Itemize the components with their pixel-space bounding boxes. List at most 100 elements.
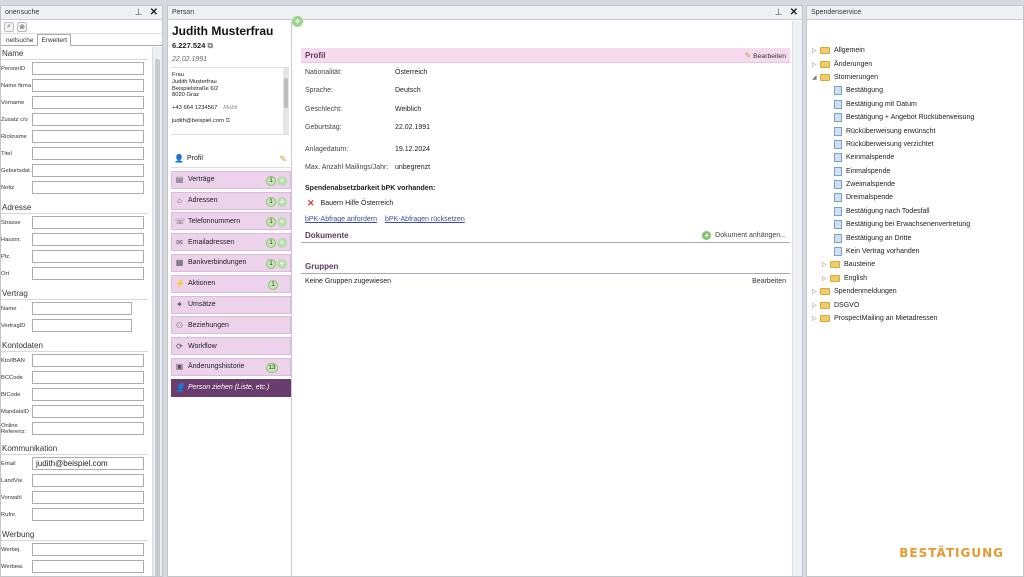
search-input[interactable]	[32, 147, 144, 160]
tree-folder[interactable]: ◢ Stornierungen	[812, 71, 1023, 84]
profile-edit-button[interactable]: ✎ Bearbeiten	[744, 51, 786, 60]
search-input[interactable]	[32, 319, 132, 332]
bpk-reset-link[interactable]: bPK-Abfragen rücksetzen	[385, 216, 465, 223]
close-icon[interactable]: ✕	[150, 7, 158, 18]
tree-template[interactable]: Einmalspende	[812, 165, 1023, 178]
expand-icon[interactable]: ▷	[812, 47, 820, 54]
search-input[interactable]	[32, 560, 144, 573]
copy-icon[interactable]: ⧉	[207, 41, 212, 50]
search-input[interactable]	[32, 216, 144, 229]
tree-template[interactable]: Rücküberweisung erwünscht	[812, 124, 1023, 137]
search-input[interactable]	[32, 113, 144, 126]
expand-icon[interactable]: ▷	[822, 261, 830, 268]
add-icon[interactable]: +	[277, 217, 287, 228]
tree-template[interactable]: Bestätigung an Dritte	[812, 231, 1023, 244]
person-scrollbar[interactable]	[792, 21, 802, 576]
search-icon[interactable]: ⌕	[4, 21, 14, 32]
add-icon[interactable]: +	[277, 196, 287, 207]
tree-folder[interactable]: ▷ Bausteine	[812, 258, 1023, 271]
nav-item-action[interactable]: ⚡ Aktionen 1	[171, 274, 291, 293]
nav-item-relations[interactable]: ⚇ Beziehungen	[171, 316, 291, 335]
tree-folder[interactable]: ▷ English	[812, 272, 1023, 285]
nav-item-contract[interactable]: ▤ Verträge 1 +	[171, 170, 291, 189]
search-input[interactable]	[32, 388, 144, 401]
profile-value: Deutsch	[395, 87, 421, 95]
search-input[interactable]	[32, 62, 144, 75]
contact-scrollbar[interactable]	[283, 68, 289, 134]
search-input[interactable]: judith@beispiel.com	[32, 457, 144, 470]
pin-icon[interactable]: ⊥	[775, 7, 783, 18]
email-line[interactable]: judith@beispiel.com ⧉	[172, 112, 289, 125]
tab-advanced[interactable]: Erweitert	[37, 34, 72, 46]
search-input[interactable]	[32, 474, 144, 487]
search-input[interactable]	[32, 267, 144, 280]
group-title: Vertrag	[1, 287, 148, 300]
expand-icon[interactable]: ▷	[812, 288, 820, 295]
expand-icon[interactable]: ▷	[812, 61, 820, 68]
search-field-row: BICode	[1, 386, 150, 403]
tree-template[interactable]: Bestätigung mit Datum	[812, 98, 1023, 111]
search-input[interactable]	[32, 543, 144, 556]
tree-label: Allgemein	[834, 47, 865, 55]
tree-template[interactable]: Bestätigung nach Todesfall	[812, 205, 1023, 218]
tree-template[interactable]: Bestätigung	[812, 84, 1023, 97]
search-input[interactable]	[32, 422, 144, 435]
tree-template[interactable]: Dreimalspende	[812, 191, 1023, 204]
field-label: Titel	[1, 150, 12, 157]
nav-item-bank[interactable]: ▦ Bankverbindungen 1 +	[171, 253, 291, 272]
search-input[interactable]	[32, 233, 144, 246]
search-input[interactable]	[32, 164, 144, 177]
close-icon[interactable]: ✕	[790, 7, 798, 18]
search-input[interactable]	[32, 96, 144, 109]
attach-document-button[interactable]: + Dokument anhängen...	[702, 230, 786, 240]
profile-label: Max. Anzahl Mailings/Jahr:	[305, 164, 389, 172]
tree-template[interactable]: Keinmalspende	[812, 151, 1023, 164]
nav-item-money[interactable]: ✦ Umsätze	[171, 295, 291, 314]
search-input[interactable]	[32, 508, 144, 521]
tree-folder[interactable]: ▷ ProspectMailing an Mietadressen	[812, 312, 1023, 325]
nav-item-user[interactable]: 👤 Profil ✎	[171, 150, 291, 168]
tab-quick-search[interactable]: nellsuche	[2, 34, 37, 45]
search-input[interactable]	[32, 302, 132, 315]
collapse-icon[interactable]: ◢	[812, 74, 820, 81]
search-input[interactable]	[32, 354, 144, 367]
tree-template[interactable]: Zweimalspende	[812, 178, 1023, 191]
tree-template[interactable]: Kein Vertrag vorhanden	[812, 245, 1023, 258]
search-input[interactable]	[32, 79, 144, 92]
search-input[interactable]	[32, 491, 144, 504]
search-input[interactable]	[32, 181, 144, 194]
search-input[interactable]	[32, 130, 144, 143]
search-input[interactable]	[32, 405, 144, 418]
search-scrollbar[interactable]	[152, 47, 162, 576]
search-input[interactable]	[32, 250, 144, 263]
nav-item-mail[interactable]: ✉ Emailadressen 1 +	[171, 233, 291, 252]
search-field-row: Name firma	[1, 77, 150, 94]
profile-label: Sprache:	[305, 87, 334, 95]
tree-template[interactable]: Rücküberweisung verzichtet	[812, 138, 1023, 151]
expand-icon[interactable]: ▷	[822, 275, 830, 282]
nav-item-house[interactable]: ⌂ Adressen 1 +	[171, 191, 291, 210]
bpk-request-link[interactable]: bPK-Abfrage anfordern	[305, 216, 377, 223]
add-icon[interactable]: +	[277, 175, 287, 186]
expand-icon[interactable]: ▷	[812, 302, 820, 309]
tree-template[interactable]: Bestätigung + Angebot Rücküberweisung	[812, 111, 1023, 124]
tree-folder[interactable]: ▷ DSGVO	[812, 298, 1023, 311]
tree-template[interactable]: Bestätigung bei Erwachsenenvertretung	[812, 218, 1023, 231]
pin-icon[interactable]: ⊥	[135, 7, 143, 18]
clear-icon[interactable]: ⊗	[17, 21, 27, 32]
pencil-icon[interactable]: ✎	[279, 154, 287, 165]
field-label: Name firma	[1, 82, 31, 89]
expand-icon[interactable]: ▷	[812, 315, 820, 322]
search-input[interactable]	[32, 371, 144, 384]
nav-item-phone[interactable]: ☏ Telefonnummern 1 +	[171, 212, 291, 231]
count-badge: 13	[266, 362, 278, 373]
nav-item-history[interactable]: ▣ Änderungshistorie 13	[171, 357, 291, 376]
add-icon[interactable]: +	[277, 258, 287, 269]
nav-item-workflow[interactable]: ⟳ Workflow	[171, 337, 291, 356]
add-icon[interactable]: +	[277, 238, 287, 249]
tree-folder[interactable]: ▷ Änderungen	[812, 57, 1023, 70]
tree-folder[interactable]: ▷ Spendenmeldungen	[812, 285, 1023, 298]
tree-folder[interactable]: ▷ Allgemein	[812, 44, 1023, 57]
groups-edit-button[interactable]: Bearbeiten	[752, 278, 786, 285]
nav-item-drag-person[interactable]: 👤 Person ziehen (Liste, etc.)	[171, 378, 291, 397]
